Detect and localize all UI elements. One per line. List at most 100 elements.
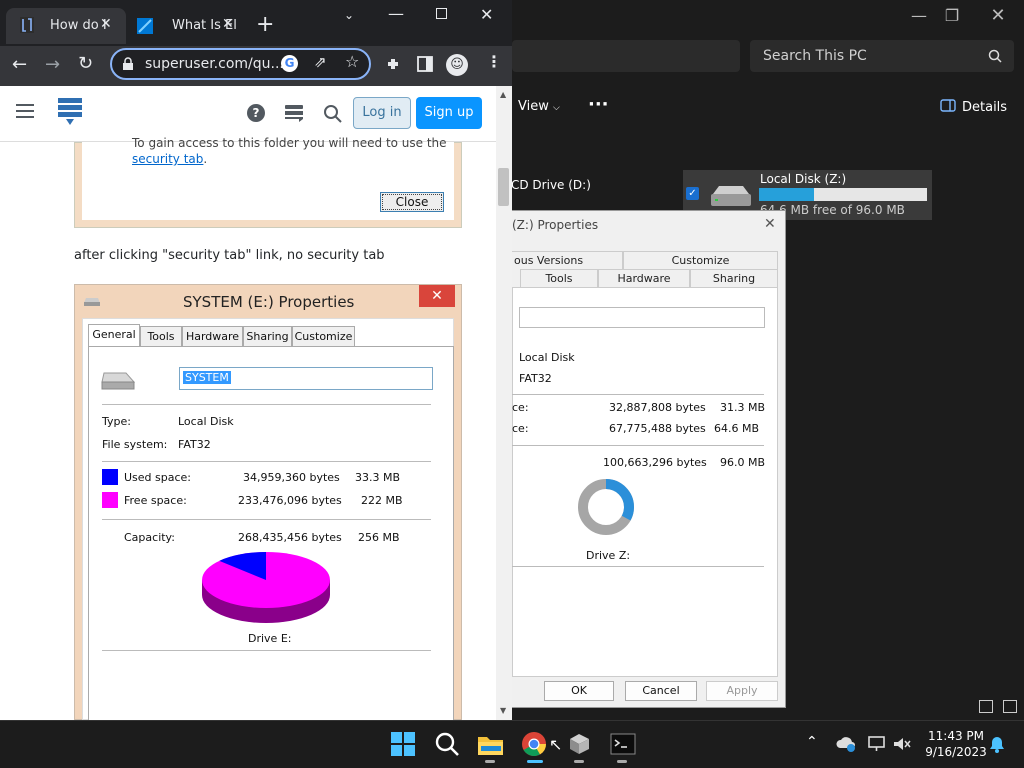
profile-avatar-icon[interactable]: ☺ (446, 54, 468, 76)
security-tab-link[interactable]: security tab (132, 152, 203, 166)
free-space-bytes: 233,476,096 bytes (238, 494, 342, 507)
free-space-label: Free space: (124, 494, 187, 507)
google-lens-icon[interactable]: G (281, 55, 298, 72)
tab-sharing[interactable]: Sharing (690, 269, 778, 287)
tab-tools[interactable]: Tools (520, 269, 598, 287)
checkbox-icon[interactable]: ✓ (686, 187, 699, 200)
large-icons-view-icon[interactable] (1003, 700, 1017, 713)
hard-drive-icon (101, 372, 136, 390)
scroll-down-icon[interactable]: ▼ (500, 706, 506, 715)
new-tab-button[interactable]: + (256, 12, 274, 37)
windows-start-icon[interactable] (390, 731, 416, 757)
cd-drive-label[interactable]: CD Drive (D:) (511, 178, 591, 192)
tab-customize: Customize (292, 326, 355, 346)
reload-icon[interactable]: ↻ (78, 53, 93, 74)
type-value: Local Disk (178, 415, 234, 428)
tab-hardware[interactable]: Hardware (598, 269, 690, 287)
network-icon[interactable] (867, 735, 887, 753)
file-explorer-icon[interactable] (477, 731, 503, 757)
tab-sharing: Sharing (243, 326, 292, 346)
clock-date[interactable]: 9/16/2023 (920, 745, 992, 759)
running-indicator (485, 760, 495, 763)
menu-kebab-icon[interactable]: ⋮ (486, 52, 502, 71)
view-menu[interactable]: View ⌵ (518, 99, 560, 114)
dialog-title: (Z:) Properties (512, 218, 599, 232)
notification-bell-icon[interactable] (988, 735, 1006, 753)
clock-time[interactable]: 11:43 PM (924, 729, 988, 743)
close-window-icon[interactable]: ✕ (480, 5, 493, 24)
tab-tools: Tools (140, 326, 182, 346)
used-space-label: ce: (512, 401, 529, 414)
share-icon[interactable]: ⇗ (314, 53, 327, 71)
scroll-up-icon[interactable]: ▲ (500, 90, 506, 99)
cancel-button[interactable]: Cancel (625, 681, 697, 701)
used-space-swatch (102, 469, 118, 485)
stack-exchange-icon[interactable] (284, 104, 304, 122)
used-space-human: 33.3 MB (355, 471, 401, 484)
close-icon[interactable]: ✕ (978, 5, 1018, 26)
details-pane-icon (940, 99, 956, 112)
search-icon[interactable] (323, 104, 343, 124)
bookmark-star-icon[interactable]: ☆ (345, 52, 359, 71)
side-panel-icon[interactable] (417, 56, 433, 72)
question-paragraph: after clicking "security tab" link, no s… (74, 248, 385, 263)
close-button[interactable]: Close (380, 192, 444, 212)
back-icon[interactable]: ← (12, 54, 27, 75)
dialog-title: SYSTEM (E:) Properties (183, 293, 355, 311)
close-icon: ✕ (419, 285, 455, 307)
drive-title-icon (84, 298, 100, 306)
capacity-human: 256 MB (358, 531, 400, 544)
more-options-icon[interactable]: ··· (588, 94, 609, 115)
extensions-icon[interactable] (385, 56, 401, 72)
tab-customize[interactable]: Customize (623, 251, 778, 269)
free-space-human: 64.6 MB (714, 422, 760, 435)
scroll-thumb[interactable] (498, 168, 509, 206)
terminal-icon[interactable] (610, 731, 636, 757)
drive-z-properties-dialog: (Z:) Properties ✕ ous Versions Customize… (511, 210, 786, 708)
filesystem-value: FAT32 (178, 438, 211, 451)
chevron-down-icon: ⌵ (553, 103, 560, 113)
used-space-bytes: 32,887,808 bytes (609, 401, 706, 414)
help-icon[interactable]: ? (247, 104, 265, 122)
type-label: Type: (102, 415, 131, 428)
close-icon[interactable]: ✕ (764, 216, 776, 232)
used-space-bytes: 34,959,360 bytes (243, 471, 340, 484)
volume-muted-icon[interactable] (892, 736, 912, 752)
lock-icon (123, 57, 133, 70)
close-tab-icon[interactable]: ✕ (100, 16, 112, 32)
details-button[interactable]: Details (940, 99, 1007, 115)
drive-z-donut-chart (578, 479, 634, 535)
free-space-bytes: 67,775,488 bytes (609, 422, 706, 435)
superuser-logo-icon[interactable] (56, 96, 84, 128)
details-view-icon[interactable] (979, 700, 993, 713)
onedrive-status-icon[interactable] (836, 736, 856, 752)
search-icon[interactable] (434, 731, 460, 757)
close-tab-icon[interactable]: ✕ (222, 16, 234, 32)
explorer-search-input[interactable]: Search This PC (750, 40, 1014, 72)
running-indicator (617, 760, 627, 763)
forward-icon[interactable]: → (45, 54, 60, 75)
active-indicator (527, 760, 543, 763)
drive-app-icon[interactable] (566, 731, 592, 757)
maximize-icon[interactable] (436, 8, 447, 19)
used-space-human: 31.3 MB (720, 401, 766, 414)
tab-previous-versions[interactable]: ous Versions (511, 251, 623, 269)
signup-button[interactable]: Sign up (416, 97, 482, 129)
capacity-label: Capacity: (124, 531, 175, 544)
filesystem-value: FAT32 (519, 372, 552, 385)
tab-search-icon[interactable]: ⌄ (344, 8, 354, 22)
explorer-address-bar[interactable] (512, 40, 740, 72)
ok-button[interactable]: OK (544, 681, 614, 701)
volume-name-input[interactable] (519, 307, 765, 328)
address-bar[interactable]: superuser.com/qu... G ⇗ ☆ (110, 48, 371, 80)
login-button[interactable]: Log in (353, 97, 411, 129)
hamburger-menu-icon[interactable] (16, 104, 34, 106)
chevron-up-icon[interactable]: ⌃ (806, 734, 818, 750)
maximize-icon[interactable]: ❐ (932, 6, 972, 25)
apply-button[interactable]: Apply (706, 681, 778, 701)
tab-general: General (88, 324, 140, 346)
page-scrollbar[interactable]: ▲ ▼ (496, 86, 512, 720)
minimize-icon[interactable]: — (388, 4, 404, 23)
chrome-icon[interactable] (521, 731, 547, 757)
free-space-label: ce: (512, 422, 529, 435)
